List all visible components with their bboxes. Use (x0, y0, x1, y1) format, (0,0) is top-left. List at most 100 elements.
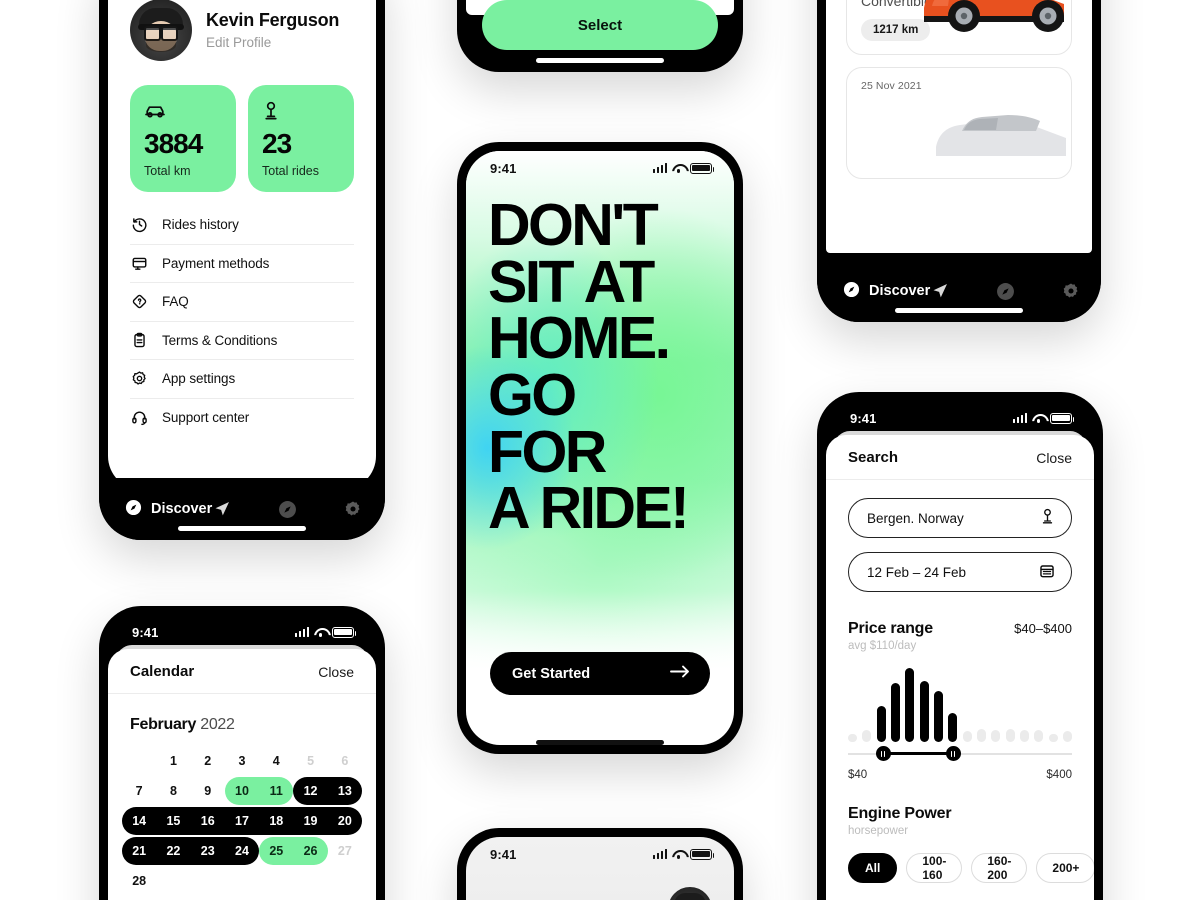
price-range-slider[interactable] (848, 745, 1072, 763)
calendar-day-cell[interactable]: 23 (191, 836, 225, 866)
calendar-day-cell[interactable]: 24 (225, 836, 259, 866)
calendar-day-cell[interactable]: 20 (328, 806, 362, 836)
close-button[interactable]: Close (318, 664, 354, 680)
calendar-day-cell[interactable]: 28 (122, 866, 156, 896)
wifi-icon (1032, 413, 1045, 424)
calendar-day-cell[interactable]: 11 (259, 776, 293, 806)
chip-100-160[interactable]: 100-160 (906, 853, 963, 883)
engine-power-title: Engine Power (848, 805, 952, 822)
explore-icon[interactable] (996, 280, 1015, 302)
calendar-day-cell[interactable]: 22 (156, 836, 190, 866)
sidebar-item-faq[interactable]: FAQ (130, 283, 354, 322)
dates-input[interactable]: 12 Feb – 24 Feb (848, 552, 1072, 592)
hero-line: DON'T (488, 192, 659, 258)
get-started-button[interactable]: Get Started (490, 652, 710, 695)
calendar-day-cell[interactable]: 8 (156, 776, 190, 806)
calendar-day-cell[interactable]: 10 (225, 776, 259, 806)
headset-icon (130, 409, 148, 427)
calendar-day-cell[interactable]: 6 (328, 746, 362, 776)
close-button[interactable]: Close (1036, 450, 1072, 466)
gear-icon[interactable] (343, 498, 363, 520)
sidebar-item-payment-methods[interactable]: Payment methods (130, 245, 354, 283)
list-item[interactable]: 25 Nov 2021 (846, 67, 1072, 179)
select-button[interactable]: Select (482, 0, 718, 50)
price-range-title: Price range (848, 620, 933, 637)
slider-handle-max[interactable] (945, 746, 961, 761)
histogram-bar (876, 706, 886, 742)
slider-handle-min[interactable] (875, 746, 891, 761)
phone-calendar: 9:41 Calendar Close February 2022 123456… (99, 606, 385, 900)
calendar-day-cell[interactable]: 12 (293, 776, 327, 806)
sidebar-item-app-settings[interactable]: App settings (130, 360, 354, 399)
edit-profile-link[interactable]: Edit Profile (206, 35, 339, 50)
avatar-beard (146, 39, 176, 52)
chip-200-plus[interactable]: 200+ (1036, 853, 1094, 883)
calendar-day-cell[interactable]: 19 (293, 806, 327, 836)
calendar-day-cell[interactable]: 17 (225, 806, 259, 836)
calendar-day-cell[interactable]: 14 (122, 806, 156, 836)
price-range-subtitle: avg $110/day (848, 640, 917, 652)
calendar-day-cell[interactable]: 16 (191, 806, 225, 836)
list-item[interactable]: 17 Jul 2021 Mini Cooper Convertible 1217… (846, 0, 1072, 55)
navigate-icon[interactable] (212, 498, 232, 520)
avatar[interactable] (130, 0, 192, 61)
car-date: 25 Nov 2021 (861, 80, 922, 92)
calendar-day-cell[interactable]: 21 (122, 836, 156, 866)
dates-value: 12 Feb – 24 Feb (867, 564, 967, 580)
calendar-day-cell[interactable]: 13 (328, 776, 362, 806)
calendar-day-cell[interactable]: 26 (293, 836, 327, 866)
chip-all[interactable]: All (848, 853, 898, 883)
location-input[interactable]: Bergen. Norway (848, 498, 1072, 538)
calendar-day-cell[interactable]: 2 (191, 746, 225, 776)
calendar-day-cell[interactable]: 18 (259, 806, 293, 836)
home-indicator (536, 58, 664, 63)
histogram-bar (948, 713, 958, 742)
calendar-day-cell[interactable]: 4 (259, 746, 293, 776)
calendar-cell-empty (191, 866, 225, 896)
search-screen: 9:41 Search Close Bergen. Norway 12 Feb … (826, 401, 1094, 900)
wifi-icon (672, 163, 685, 174)
car-icon (144, 100, 222, 122)
car-list[interactable]: Volvo XC90 1217 km (826, 0, 1092, 253)
histogram-bar (991, 730, 1001, 742)
sidebar-item-terms[interactable]: Terms & Conditions (130, 322, 354, 360)
gear-icon[interactable] (1061, 280, 1081, 302)
stat-card-total-km[interactable]: 3884 Total km (130, 85, 236, 192)
engine-section-header: Engine Power (826, 805, 1094, 823)
calendar-cell-empty (259, 866, 293, 896)
car-photo-mini-cooper (924, 0, 1064, 32)
wifi-icon (672, 849, 685, 860)
calendar-day-cell[interactable]: 27 (328, 836, 362, 866)
tab-discover[interactable]: Discover (125, 499, 212, 520)
sidebar-item-support-center[interactable]: Support center (130, 399, 354, 438)
calendar-day-cell[interactable]: 25 (259, 836, 293, 866)
navigate-icon[interactable] (930, 280, 950, 302)
calendar-day-cell[interactable]: 9 (191, 776, 225, 806)
chip-160-200[interactable]: 160-200 (971, 853, 1028, 883)
calendar-day-cell[interactable]: 3 (225, 746, 259, 776)
battery-icon (690, 162, 715, 174)
home-indicator (536, 740, 664, 745)
stat-card-total-rides[interactable]: 23 Total rides (248, 85, 354, 192)
avatar-cap (674, 893, 706, 900)
tab-discover[interactable]: Discover (843, 281, 930, 302)
calendar-day-cell[interactable]: 15 (156, 806, 190, 836)
status-bar: 9:41 (466, 837, 734, 871)
histogram-bar (890, 682, 900, 742)
calendar-grid[interactable]: 1 2 3 4 5 6 7 8 9 10 11 12 13 14 15 16 17 18 19 20 21 22 23 24 2… (122, 746, 362, 896)
calendar-day-cell[interactable]: 7 (122, 776, 156, 806)
calendar-day-cell[interactable]: 5 (293, 746, 327, 776)
status-bar: 9:41 (826, 401, 1094, 435)
explore-icon[interactable] (278, 498, 297, 520)
hero-line: A RIDE! (488, 475, 690, 542)
histogram-bar (962, 731, 972, 742)
histogram-bar (848, 734, 857, 742)
histogram-bar (905, 668, 915, 742)
sidebar-item-label: Support center (162, 410, 250, 426)
sidebar-item-rides-history[interactable]: Rides history (130, 206, 354, 245)
calendar-day-cell[interactable]: 1 (156, 746, 190, 776)
avatar[interactable] (668, 887, 712, 900)
home-indicator (895, 308, 1023, 313)
status-indicators (1012, 412, 1075, 424)
sheet-header: Search Close (826, 435, 1094, 480)
